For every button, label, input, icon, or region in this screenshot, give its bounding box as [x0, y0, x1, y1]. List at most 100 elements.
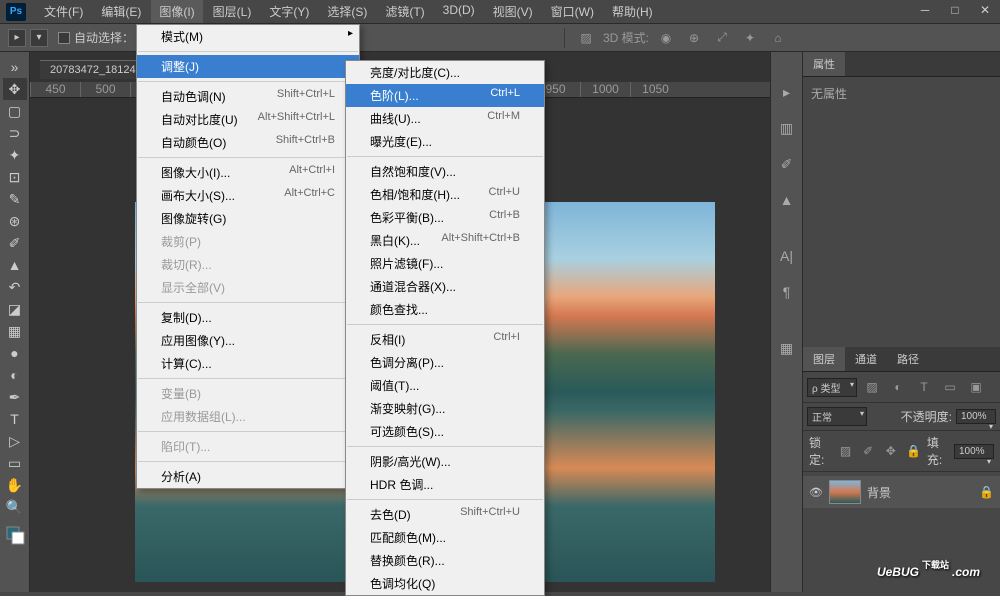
menu-窗口(W)[interactable]: 窗口(W)	[543, 0, 602, 23]
maximize-button[interactable]: □	[940, 0, 970, 20]
shape-tool[interactable]: ▭	[3, 452, 27, 474]
layer-row-background[interactable]: 👁 背景 🔒	[803, 476, 1000, 508]
zoom-tool[interactable]: 🔍	[3, 496, 27, 518]
menuitem-匹配颜色(M)...[interactable]: 匹配颜色(M)...	[346, 526, 544, 549]
paragraph-icon[interactable]: ¶	[777, 282, 797, 302]
menu-编辑(E)[interactable]: 编辑(E)	[93, 0, 149, 23]
lasso-tool[interactable]: ⊃	[3, 122, 27, 144]
menuitem-调整(J)[interactable]: 调整(J)	[137, 55, 359, 78]
blur-tool[interactable]: ●	[3, 342, 27, 364]
pan-icon[interactable]: ⊕	[683, 27, 705, 49]
wand-tool[interactable]: ✦	[3, 144, 27, 166]
menuitem-图像旋转(G)[interactable]: 图像旋转(G)	[137, 207, 359, 230]
stamp-tool[interactable]: ▲	[3, 254, 27, 276]
lock-all-icon[interactable]: 🔒	[904, 440, 923, 462]
zoom-icon[interactable]: ⤢	[711, 27, 733, 49]
color-swatches[interactable]	[3, 524, 27, 546]
menuitem-反相(I)[interactable]: 反相(I)Ctrl+I	[346, 328, 544, 351]
crop-tool[interactable]: ⊡	[3, 166, 27, 188]
menu-文字(Y)[interactable]: 文字(Y)	[261, 0, 317, 23]
menuitem-色阶(L)...[interactable]: 色阶(L)...Ctrl+L	[346, 84, 544, 107]
lock-brush-icon[interactable]: ✐	[859, 440, 878, 462]
path-select-tool[interactable]: ▷	[3, 430, 27, 452]
menu-图像(I)[interactable]: 图像(I)	[151, 0, 202, 23]
menuitem-自然饱和度(V)...[interactable]: 自然饱和度(V)...	[346, 160, 544, 183]
menuitem-色彩平衡(B)...[interactable]: 色彩平衡(B)...Ctrl+B	[346, 206, 544, 229]
filter-image-icon[interactable]: ▨	[861, 376, 883, 398]
menuitem-曲线(U)...[interactable]: 曲线(U)...Ctrl+M	[346, 107, 544, 130]
brush-panel-icon[interactable]: ✐	[777, 154, 797, 174]
visibility-eye-icon[interactable]: 👁	[809, 486, 823, 499]
healing-tool[interactable]: ⊛	[3, 210, 27, 232]
menuitem-去色(D)[interactable]: 去色(D)Shift+Ctrl+U	[346, 503, 544, 526]
menuitem-自动颜色(O)[interactable]: 自动颜色(O)Shift+Ctrl+B	[137, 131, 359, 154]
hand-tool[interactable]: ✋	[3, 474, 27, 496]
brush-tool[interactable]: ✐	[3, 232, 27, 254]
marquee-tool[interactable]: ▢	[3, 100, 27, 122]
pen-tool[interactable]: ✒	[3, 386, 27, 408]
menu-图层(L)[interactable]: 图层(L)	[205, 0, 260, 23]
channels-tab[interactable]: 通道	[845, 347, 887, 371]
swatches-icon[interactable]: ▦	[777, 338, 797, 358]
menu-视图(V)[interactable]: 视图(V)	[485, 0, 541, 23]
layer-thumbnail[interactable]	[829, 480, 861, 504]
menuitem-计算(C)...[interactable]: 计算(C)...	[137, 352, 359, 375]
clone-icon[interactable]: ▲	[777, 190, 797, 210]
menu-选择(S)[interactable]: 选择(S)	[319, 0, 375, 23]
type-tool[interactable]: T	[3, 408, 27, 430]
menuitem-亮度/对比度(C)...[interactable]: 亮度/对比度(C)...	[346, 61, 544, 84]
tool-preset-arrow[interactable]: ▾	[30, 29, 48, 47]
eyedropper-tool[interactable]: ✎	[3, 188, 27, 210]
gradient-tool[interactable]: ▦	[3, 320, 27, 342]
filter-adjust-icon[interactable]: ◐	[887, 376, 909, 398]
menu-文件(F)[interactable]: 文件(F)	[36, 0, 91, 23]
3d-icon[interactable]: ▨	[575, 27, 597, 49]
eraser-tool[interactable]: ◪	[3, 298, 27, 320]
layer-kind-filter[interactable]: ρ 类型	[807, 378, 857, 397]
collapse-arrow-icon[interactable]: ▸	[777, 82, 797, 102]
opacity-value[interactable]: 100%	[956, 409, 996, 424]
menuitem-照片滤镜(F)...[interactable]: 照片滤镜(F)...	[346, 252, 544, 275]
menuitem-HDR 色调...[interactable]: HDR 色调...	[346, 473, 544, 496]
menuitem-应用图像(Y)...[interactable]: 应用图像(Y)...	[137, 329, 359, 352]
move-tool-icon[interactable]: ▸	[8, 29, 26, 47]
properties-tab[interactable]: 属性	[803, 52, 845, 76]
menu-帮助(H)[interactable]: 帮助(H)	[604, 0, 661, 23]
orbit-icon[interactable]: ◉	[655, 27, 677, 49]
close-button[interactable]: ✕	[970, 0, 1000, 20]
expand-arrow[interactable]: »	[3, 56, 27, 78]
home-icon[interactable]: ⌂	[767, 27, 789, 49]
menuitem-替换颜色(R)...[interactable]: 替换颜色(R)...	[346, 549, 544, 572]
dodge-tool[interactable]: ◐	[3, 364, 27, 386]
lock-position-icon[interactable]: ✥	[882, 440, 901, 462]
move-tool[interactable]: ✥	[3, 78, 27, 100]
light-icon[interactable]: ✦	[739, 27, 761, 49]
menuitem-自动对比度(U)[interactable]: 自动对比度(U)Alt+Shift+Ctrl+L	[137, 108, 359, 131]
menuitem-色调分离(P)...[interactable]: 色调分离(P)...	[346, 351, 544, 374]
char-icon[interactable]: A|	[777, 246, 797, 266]
menuitem-图像大小(I)...[interactable]: 图像大小(I)...Alt+Ctrl+I	[137, 161, 359, 184]
menuitem-颜色查找...[interactable]: 颜色查找...	[346, 298, 544, 321]
filter-shape-icon[interactable]: ▭	[939, 376, 961, 398]
menuitem-通道混合器(X)...[interactable]: 通道混合器(X)...	[346, 275, 544, 298]
menuitem-阈值(T)...[interactable]: 阈值(T)...	[346, 374, 544, 397]
menuitem-自动色调(N)[interactable]: 自动色调(N)Shift+Ctrl+L	[137, 85, 359, 108]
paths-tab[interactable]: 路径	[887, 347, 929, 371]
filter-smart-icon[interactable]: ▣	[965, 376, 987, 398]
menu-滤镜(T)[interactable]: 滤镜(T)	[377, 0, 432, 23]
menuitem-复制(D)...[interactable]: 复制(D)...	[137, 306, 359, 329]
menuitem-模式(M)[interactable]: 模式(M)	[137, 25, 359, 48]
filter-type-icon[interactable]: T	[913, 376, 935, 398]
menuitem-色相/饱和度(H)...[interactable]: 色相/饱和度(H)...Ctrl+U	[346, 183, 544, 206]
menuitem-黑白(K)...[interactable]: 黑白(K)...Alt+Shift+Ctrl+B	[346, 229, 544, 252]
blend-mode-dropdown[interactable]: 正常	[807, 407, 867, 426]
history-icon[interactable]: ▥	[777, 118, 797, 138]
history-brush-tool[interactable]: ↶	[3, 276, 27, 298]
menuitem-阴影/高光(W)...[interactable]: 阴影/高光(W)...	[346, 450, 544, 473]
minimize-button[interactable]: ─	[910, 0, 940, 20]
layers-tab[interactable]: 图层	[803, 347, 845, 371]
menu-3D(D)[interactable]: 3D(D)	[435, 0, 483, 23]
menuitem-渐变映射(G)...[interactable]: 渐变映射(G)...	[346, 397, 544, 420]
menuitem-分析(A)[interactable]: 分析(A)	[137, 465, 359, 488]
menuitem-可选颜色(S)...[interactable]: 可选颜色(S)...	[346, 420, 544, 443]
